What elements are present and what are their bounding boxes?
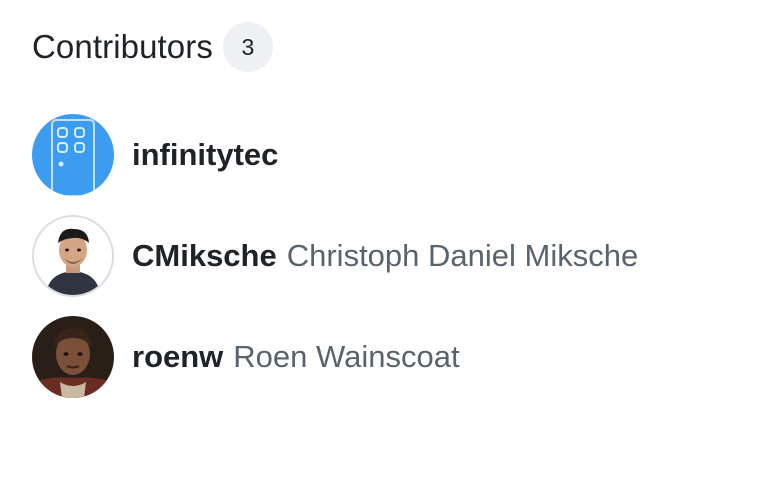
contributor-avatar-roenw[interactable] [32,316,114,398]
person-photo [32,316,114,398]
contributor-row: roenw Roen Wainscoat [32,316,638,398]
contributor-avatar-infinitytec[interactable] [32,114,114,196]
contributors-panel: Contributors 3 infinitytec CMiksche Chri… [0,0,782,480]
contributors-header: Contributors 3 [32,22,273,72]
contributors-title[interactable]: Contributors [32,22,213,72]
contributor-login-link[interactable]: CMiksche [132,238,277,274]
contributor-row: CMiksche Christoph Daniel Miksche [32,215,638,297]
person-photo [34,217,112,295]
contributors-list: infinitytec CMiksche Christoph Daniel Mi… [32,114,638,417]
contributor-fullname: Christoph Daniel Miksche [286,238,639,273]
contributor-fullname: Roen Wainscoat [233,339,460,374]
contributor-avatar-cmiksche[interactable] [32,215,114,297]
app-icon [32,114,114,196]
contributor-row: infinitytec [32,114,638,196]
contributor-login-link[interactable]: infinitytec [132,137,278,173]
contributors-count-badge: 3 [222,22,273,72]
contributor-login-link[interactable]: roenw [132,339,223,375]
